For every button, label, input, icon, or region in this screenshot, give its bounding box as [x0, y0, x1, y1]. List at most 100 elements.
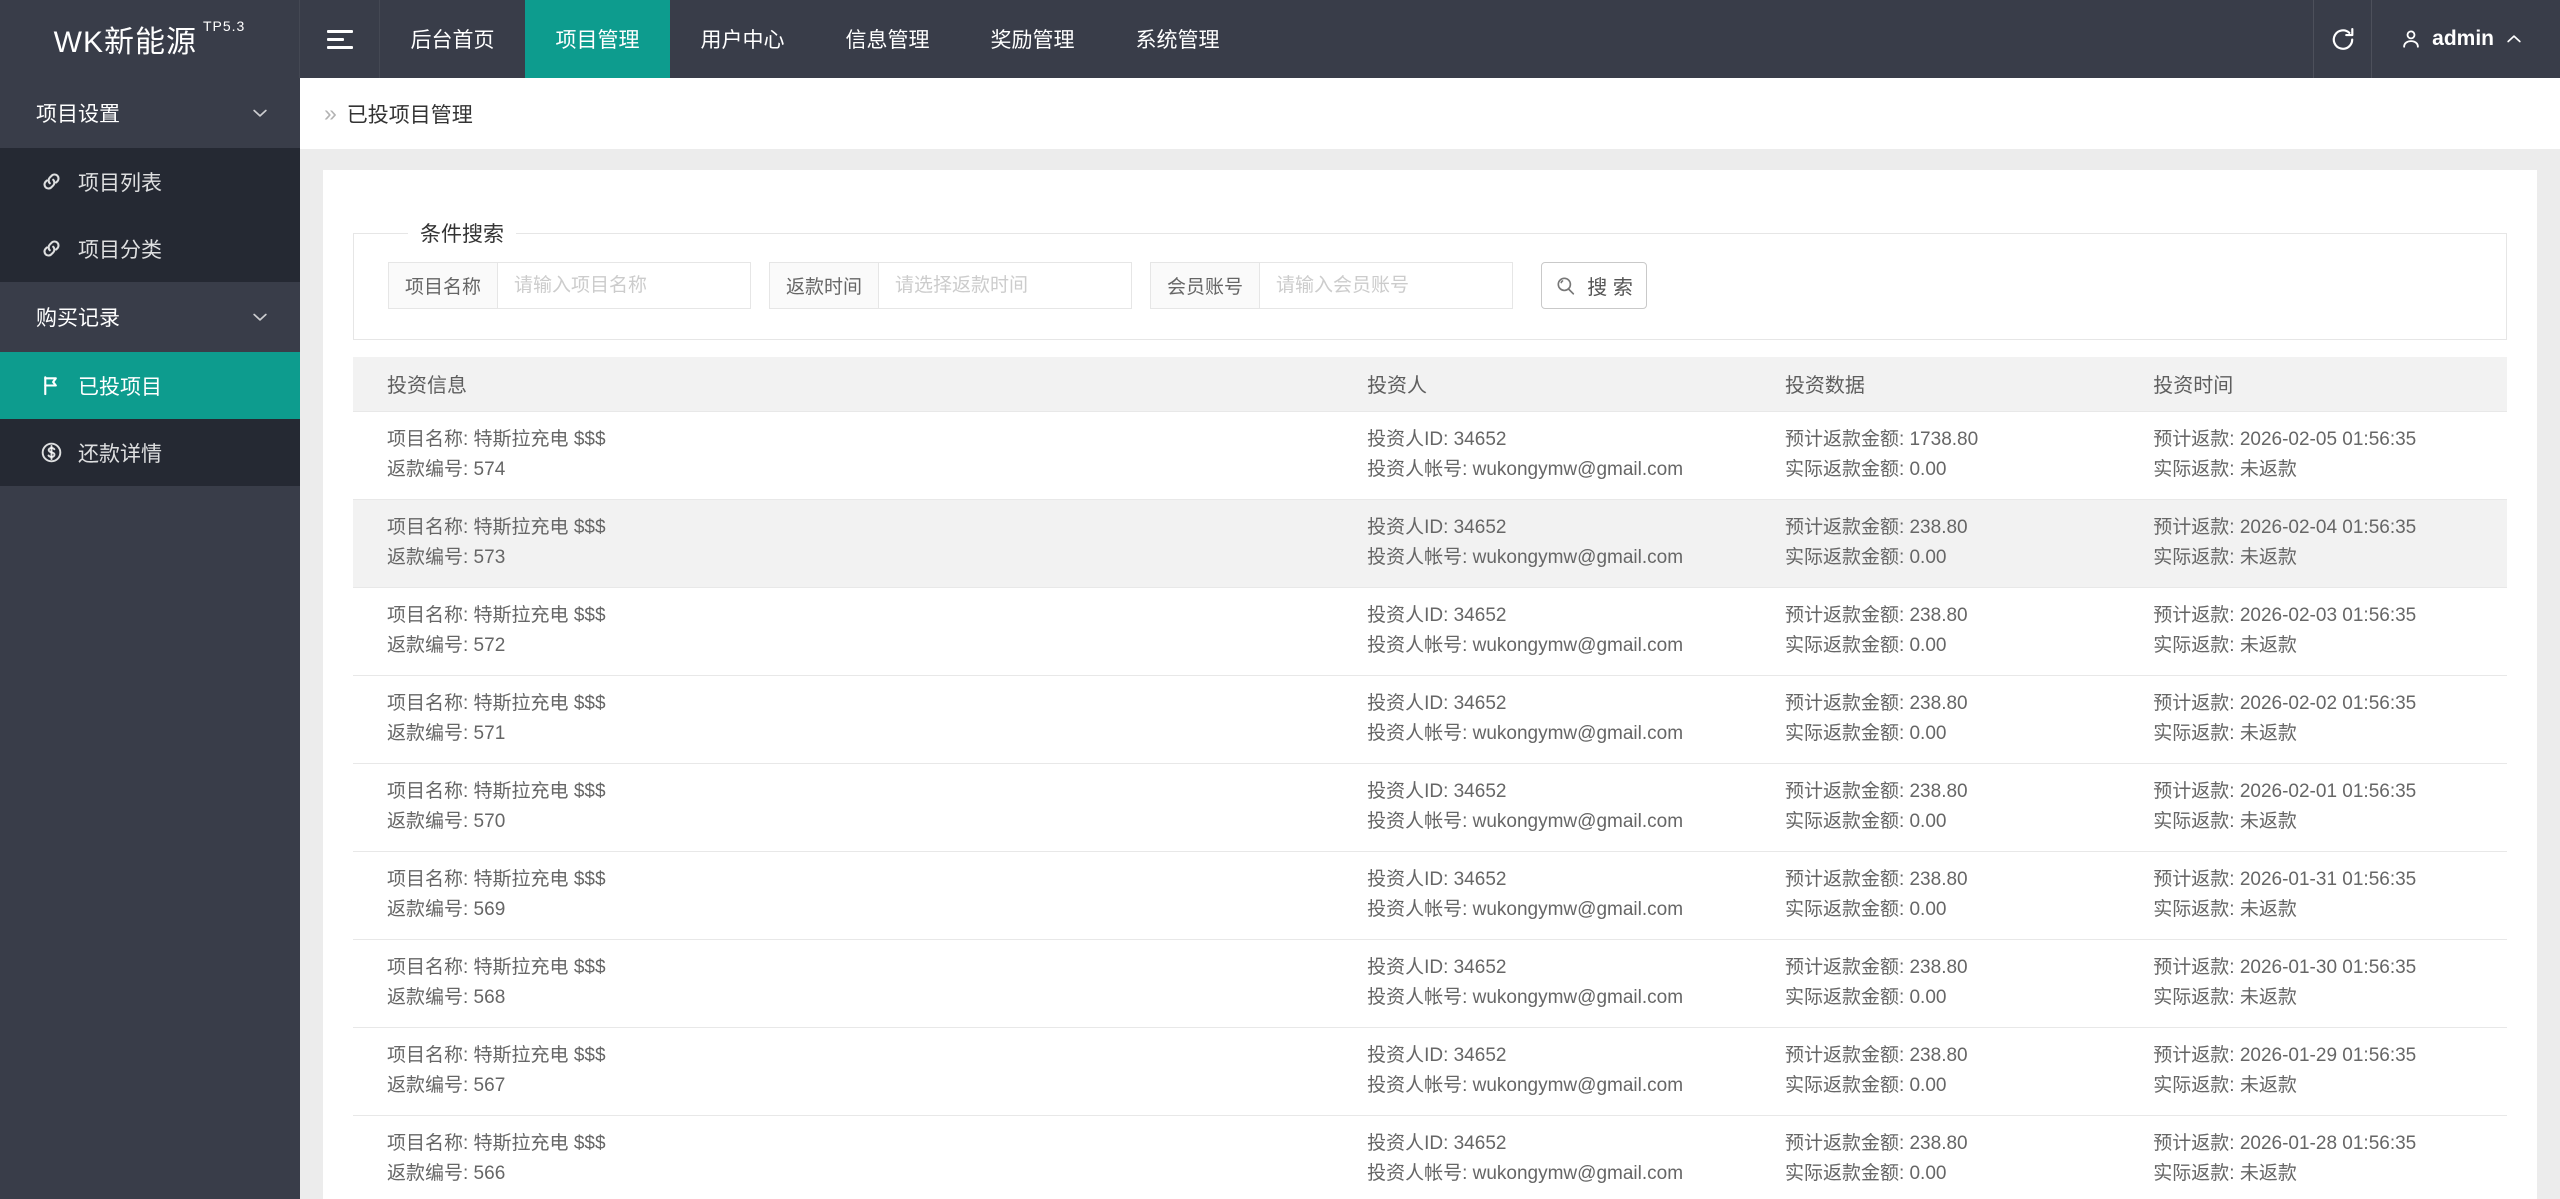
app-logo: WK新能源 TP5.3	[0, 0, 300, 78]
sidebar-group-project-settings[interactable]: 项目设置	[0, 78, 300, 148]
project-name-line: 项目名称: 特斯拉充电 $$$	[387, 693, 606, 714]
refund-no-line: 返款编号: 570	[387, 811, 506, 832]
brand-name: WK新能源	[53, 26, 197, 59]
expected-time-line: 预计返款: 2026-02-04 01:56:35	[2153, 517, 2417, 538]
project-name-line: 项目名称: 特斯拉充电 $$$	[387, 1045, 606, 1066]
nav-item-system-mgmt[interactable]: 系统管理	[1105, 0, 1250, 78]
expected-amount-line: 预计返款金额: 238.80	[1784, 1045, 1968, 1066]
nav-item-reward-mgmt[interactable]: 奖励管理	[960, 0, 1105, 78]
cell-invest-time: 预计返款: 2026-02-02 01:56:35 实际返款: 未返款	[2119, 675, 2507, 764]
cell-invest-info: 项目名称: 特斯拉充电 $$$ 返款编号: 573	[353, 499, 1334, 588]
chevron-down-icon	[253, 109, 267, 117]
actual-amount-line: 实际返款金额: 0.00	[1784, 899, 1947, 920]
header-invest-time: 投资时间	[2119, 357, 2507, 412]
table-row: 项目名称: 特斯拉充电 $$$ 返款编号: 572 投资人ID: 34652 投…	[353, 587, 2507, 676]
nav-item-dashboard[interactable]: 后台首页	[380, 0, 525, 78]
refund-time-label: 返款时间	[770, 263, 880, 308]
actual-time-line: 实际返款: 未返款	[2153, 811, 2297, 832]
cell-investor: 投资人ID: 34652 投资人帐号: wukongymw@gmail.com	[1333, 939, 1751, 1028]
refund-no-line: 返款编号: 566	[387, 1163, 506, 1184]
investor-id-line: 投资人ID: 34652	[1367, 693, 1507, 714]
table-header-row: 投资信息 投资人 投资数据 投资时间	[353, 357, 2507, 412]
expected-time-line: 预计返款: 2026-01-29 01:56:35	[2153, 1045, 2417, 1066]
investor-account-line: 投资人帐号: wukongymw@gmail.com	[1367, 547, 1684, 568]
project-name-line: 项目名称: 特斯拉充电 $$$	[387, 517, 606, 538]
actual-amount-line: 实际返款金额: 0.00	[1784, 547, 1947, 568]
expected-amount-line: 预计返款金额: 238.80	[1784, 517, 1968, 538]
dollar-icon	[41, 442, 62, 463]
nav-item-project-mgmt[interactable]: 项目管理	[525, 0, 670, 78]
submenu-project-settings: 项目列表 项目分类	[0, 148, 300, 282]
sidebar-item-invested-projects[interactable]: 已投项目	[0, 352, 300, 419]
expected-time-line: 预计返款: 2026-02-03 01:56:35	[2153, 605, 2417, 626]
header-invest-info: 投资信息	[353, 357, 1334, 412]
investor-id-line: 投资人ID: 34652	[1367, 517, 1507, 538]
expected-amount-line: 预计返款金额: 238.80	[1784, 605, 1968, 626]
cell-invest-time: 预计返款: 2026-01-29 01:56:35 实际返款: 未返款	[2119, 1027, 2507, 1116]
chevron-down-icon	[253, 313, 267, 321]
actual-time-line: 实际返款: 未返款	[2153, 987, 2297, 1008]
sidebar-item-project-category[interactable]: 项目分类	[0, 215, 300, 282]
project-name-line: 项目名称: 特斯拉充电 $$$	[387, 781, 606, 802]
cell-invest-info: 项目名称: 特斯拉充电 $$$ 返款编号: 567	[353, 1027, 1334, 1116]
actual-amount-line: 实际返款金额: 0.00	[1784, 987, 1947, 1008]
magnifier-icon	[1557, 276, 1575, 295]
investor-account-line: 投资人帐号: wukongymw@gmail.com	[1367, 987, 1684, 1008]
username: admin	[2432, 27, 2494, 50]
search-panel-legend: 条件搜索	[420, 223, 504, 246]
header-invest-data: 投资数据	[1750, 357, 2120, 412]
actual-amount-line: 实际返款金额: 0.00	[1784, 459, 1947, 480]
actual-amount-line: 实际返款金额: 0.00	[1784, 635, 1947, 656]
link-icon	[43, 240, 60, 257]
cell-invest-time: 预计返款: 2026-02-03 01:56:35 实际返款: 未返款	[2119, 587, 2507, 676]
refund-no-line: 返款编号: 568	[387, 987, 506, 1008]
search-button[interactable]: 搜 索	[1541, 262, 1648, 309]
refund-time-input[interactable]	[879, 263, 1132, 308]
table-row: 项目名称: 特斯拉充电 $$$ 返款编号: 567 投资人ID: 34652 投…	[353, 1027, 2507, 1116]
sidebar-item-label: 还款详情	[78, 442, 162, 466]
refund-no-line: 返款编号: 573	[387, 547, 506, 568]
cell-invest-data: 预计返款金额: 238.80 实际返款金额: 0.00	[1750, 1115, 2120, 1199]
table-row: 项目名称: 特斯拉充电 $$$ 返款编号: 573 投资人ID: 34652 投…	[353, 499, 2507, 588]
cell-invest-info: 项目名称: 特斯拉充电 $$$ 返款编号: 569	[353, 851, 1334, 940]
refund-no-line: 返款编号: 567	[387, 1075, 506, 1096]
table-row: 项目名称: 特斯拉充电 $$$ 返款编号: 574 投资人ID: 34652 投…	[353, 411, 2507, 500]
project-name-input[interactable]	[498, 263, 751, 308]
expected-time-line: 预计返款: 2026-01-31 01:56:35	[2153, 869, 2417, 890]
investor-account-line: 投资人帐号: wukongymw@gmail.com	[1367, 635, 1684, 656]
cell-invest-data: 预计返款金额: 238.80 实际返款金额: 0.00	[1750, 675, 2120, 764]
user-menu[interactable]: admin	[2371, 0, 2560, 78]
submenu-purchase-records: 已投项目 还款详情	[0, 352, 300, 486]
investor-id-line: 投资人ID: 34652	[1367, 605, 1507, 626]
nav-item-info-mgmt[interactable]: 信息管理	[815, 0, 960, 78]
refund-no-line: 返款编号: 572	[387, 635, 506, 656]
actual-time-line: 实际返款: 未返款	[2153, 899, 2297, 920]
cell-invest-info: 项目名称: 特斯拉充电 $$$ 返款编号: 568	[353, 939, 1334, 1028]
table-row: 项目名称: 特斯拉充电 $$$ 返款编号: 566 投资人ID: 34652 投…	[353, 1115, 2507, 1199]
project-name-field-group: 项目名称	[388, 262, 752, 309]
sidebar-item-project-list[interactable]: 项目列表	[0, 148, 300, 215]
expected-amount-line: 预计返款金额: 238.80	[1784, 869, 1968, 890]
refund-no-line: 返款编号: 571	[387, 723, 506, 744]
member-account-input[interactable]	[1260, 263, 1513, 308]
nav-item-user-center[interactable]: 用户中心	[670, 0, 815, 78]
sidebar-group-purchase-records[interactable]: 购买记录	[0, 282, 300, 352]
sidebar-item-repayment-details[interactable]: 还款详情	[0, 419, 300, 486]
actual-time-line: 实际返款: 未返款	[2153, 635, 2297, 656]
sidebar: 项目设置 项目列表 项目分类 购买记录 已投项目 还款详情	[0, 78, 300, 1199]
page-title: 已投项目管理	[346, 103, 473, 127]
cell-invest-info: 项目名称: 特斯拉充电 $$$ 返款编号: 570	[353, 763, 1334, 852]
navbar-spacer	[1250, 0, 2313, 78]
breadcrumb: » 已投项目管理	[300, 78, 2560, 149]
menu-toggle-icon[interactable]	[300, 0, 380, 78]
sidebar-group-label: 购买记录	[36, 307, 120, 330]
cell-invest-info: 项目名称: 特斯拉充电 $$$ 返款编号: 566	[353, 1115, 1334, 1199]
refund-time-field-group: 返款时间	[769, 262, 1133, 309]
actual-amount-line: 实际返款金额: 0.00	[1784, 1163, 1947, 1184]
flag-icon	[44, 376, 57, 396]
investor-account-line: 投资人帐号: wukongymw@gmail.com	[1367, 899, 1684, 920]
table-row: 项目名称: 特斯拉充电 $$$ 返款编号: 570 投资人ID: 34652 投…	[353, 763, 2507, 852]
brand-version: TP5.3	[202, 18, 246, 34]
cell-investor: 投资人ID: 34652 投资人帐号: wukongymw@gmail.com	[1333, 763, 1751, 852]
refresh-icon[interactable]	[2313, 0, 2371, 78]
